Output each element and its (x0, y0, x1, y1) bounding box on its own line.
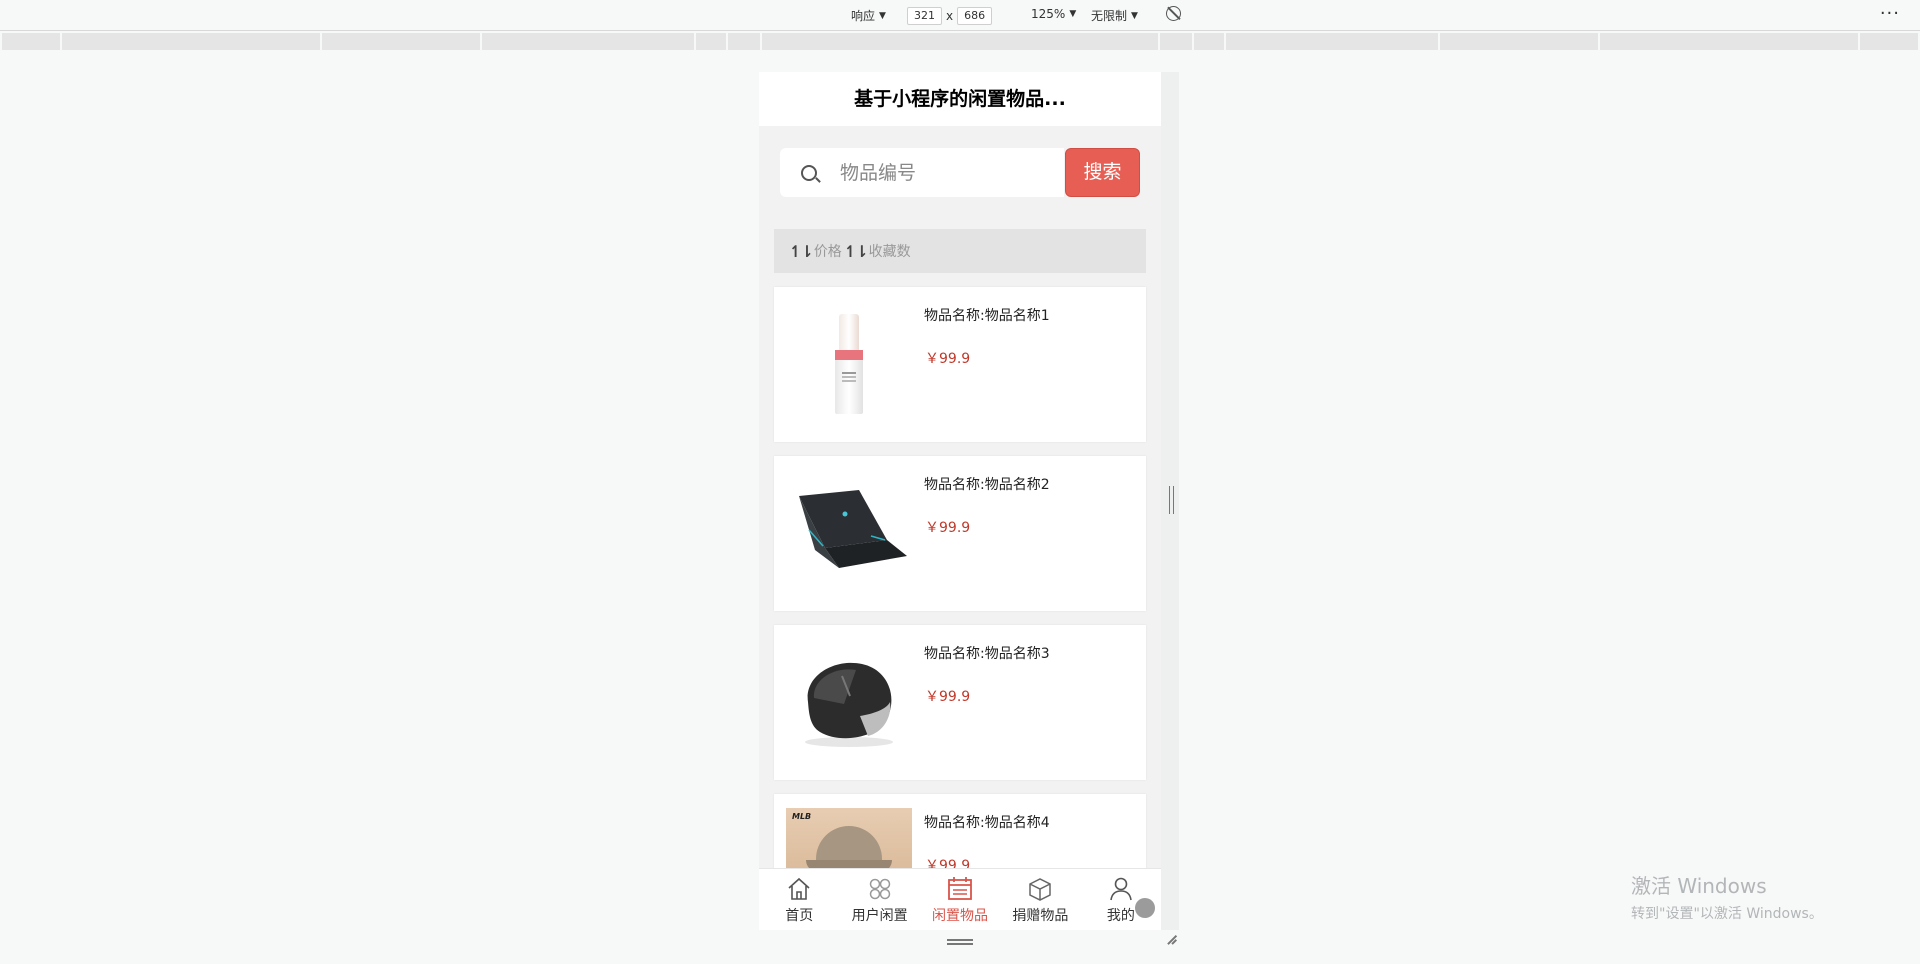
media-segment[interactable] (1440, 33, 1599, 50)
product-name: 物品名称:物品名称1 (924, 308, 1050, 324)
sort-by-favorites[interactable]: ↿⇂ 收藏数 (844, 241, 911, 261)
media-segment[interactable] (1160, 33, 1193, 50)
product-name: 物品名称:物品名称4 (924, 815, 1050, 831)
rotate-icon[interactable] (1166, 6, 1181, 21)
height-input[interactable]: 686 (957, 7, 993, 25)
chevron-down-icon: ▼ (1069, 9, 1077, 19)
sort-price-label: 价格 (813, 244, 842, 260)
media-query-bar (0, 33, 1920, 50)
chevron-down-icon: ▼ (1131, 10, 1138, 21)
page-title: 基于小程序的闲置物品... (759, 72, 1161, 126)
sort-by-price[interactable]: ↿⇂ 价格 (789, 241, 842, 261)
device-toolbar: 响应 ▼ 321 x 686 125% ▼ 无限制 ▼ ··· (0, 0, 1920, 31)
device-mode-select[interactable]: 响应 ▼ (851, 7, 886, 24)
product-price: ￥99.9 (925, 351, 971, 367)
media-segment[interactable] (1194, 33, 1225, 50)
tab-label: 首页 (785, 908, 814, 924)
sort-bar: ↿⇂ 价格 ↿⇂ 收藏数 (774, 229, 1146, 273)
media-segment[interactable] (727, 33, 760, 50)
product-list: 物品名称:物品名称1 ￥99.9 物品名称:物品名称2 ￥99.9 物品名称:物… (774, 287, 1146, 930)
product-price: ￥99.9 (925, 520, 971, 536)
bottom-resize-handle[interactable] (947, 938, 973, 946)
watermark-subtitle: 转到"设置"以激活 Windows。 (1631, 906, 1823, 922)
windows-activation-watermark: 激活 Windows 转到"设置"以激活 Windows。 (1631, 870, 1823, 923)
product-card[interactable]: 物品名称:物品名称3 ￥99.9 (774, 625, 1146, 780)
search-button[interactable]: 搜索 (1065, 148, 1140, 197)
tab-donated-items[interactable]: 捐赠物品 (1000, 869, 1080, 930)
width-input[interactable]: 321 (907, 7, 942, 25)
tab-bar: 首页 用户闲置 闲置物品 捐赠物品 我的 (759, 868, 1161, 930)
product-card[interactable]: 物品名称:物品名称1 ￥99.9 (774, 287, 1146, 442)
mlb-logo: MLB (792, 812, 812, 821)
sort-favorites-label: 收藏数 (868, 244, 911, 260)
device-mode-label: 响应 (851, 9, 876, 23)
tab-idle-items[interactable]: 闲置物品 (920, 869, 1000, 930)
product-name: 物品名称:物品名称2 (924, 477, 1050, 493)
product-name: 物品名称:物品名称3 (924, 646, 1050, 662)
media-segment[interactable] (2, 33, 60, 50)
side-resize-handle[interactable] (1169, 486, 1174, 514)
tab-user-idle[interactable]: 用户闲置 (839, 869, 919, 930)
media-segment[interactable] (61, 33, 320, 50)
product-image-bottle (786, 301, 912, 426)
search-icon (801, 165, 817, 181)
user-icon (1110, 877, 1132, 901)
media-segment[interactable] (695, 33, 726, 50)
tab-home[interactable]: 首页 (759, 869, 839, 930)
zoom-label: 125% (1031, 7, 1066, 21)
search-box (780, 148, 1064, 197)
search-input[interactable] (840, 148, 1050, 197)
media-segment[interactable] (321, 33, 480, 50)
calendar-icon (948, 877, 972, 900)
media-segment[interactable] (1226, 33, 1439, 50)
product-card[interactable]: 物品名称:物品名称2 ￥99.9 (774, 456, 1146, 611)
phone-viewport: 基于小程序的闲置物品... 搜索 ↿⇂ 价格 ↿⇂ 收藏数 物品名称:物品名称1… (759, 72, 1161, 930)
throttle-label: 无限制 (1091, 9, 1128, 23)
media-segment[interactable] (1860, 33, 1919, 50)
chevron-down-icon: ▼ (879, 10, 886, 21)
times-sign: x (946, 9, 954, 23)
floating-dot[interactable] (1135, 898, 1155, 918)
tab-label: 用户闲置 (851, 908, 908, 924)
watermark-title: 激活 Windows (1631, 874, 1767, 898)
tab-label: 闲置物品 (932, 908, 989, 924)
media-segment[interactable] (481, 33, 694, 50)
box-icon (1029, 878, 1052, 901)
zoom-select[interactable]: 125% ▼ (1031, 7, 1076, 21)
sort-arrows-icon: ↿⇂ (789, 241, 814, 261)
media-segment[interactable] (1600, 33, 1859, 50)
tab-label: 捐赠物品 (1012, 908, 1069, 924)
sort-arrows-icon: ↿⇂ (843, 241, 869, 261)
media-segment[interactable] (761, 33, 1159, 50)
more-options-icon[interactable]: ··· (1880, 3, 1900, 24)
home-icon (788, 877, 810, 900)
product-image-mouse (786, 639, 912, 764)
throttle-select[interactable]: 无限制 ▼ (1091, 7, 1138, 24)
corner-resize-handle[interactable] (1164, 932, 1178, 946)
grid-icon (869, 878, 890, 900)
product-price: ￥99.9 (925, 689, 971, 705)
dimension-inputs: 321 x 686 (907, 7, 993, 25)
product-image-laptop (786, 470, 912, 595)
